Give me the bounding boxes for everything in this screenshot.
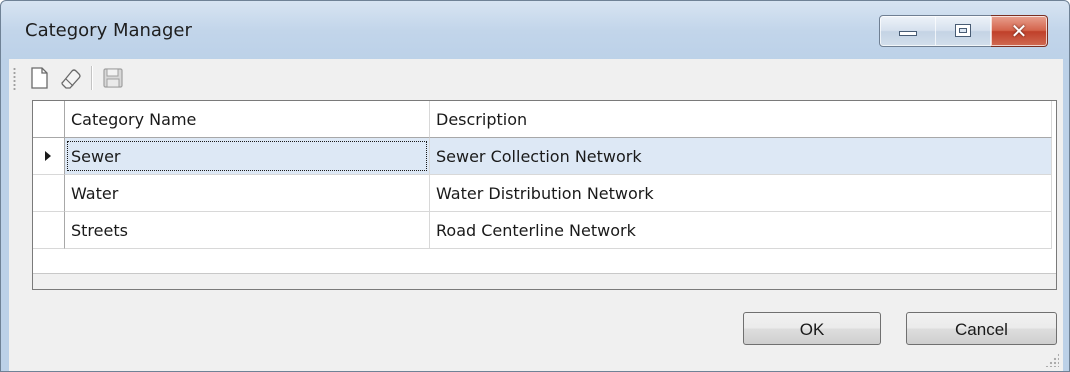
toolbar [9, 59, 1063, 97]
current-row-arrow-icon [45, 151, 51, 161]
maximize-button[interactable] [935, 15, 992, 47]
toolbar-separator [91, 66, 93, 90]
title-bar[interactable]: Category Manager ✕ [1, 1, 1069, 59]
category-name-cell[interactable]: Sewer [65, 138, 430, 175]
category-name-cell[interactable]: Streets [65, 212, 430, 249]
save-button[interactable] [99, 64, 127, 92]
maximize-icon [955, 24, 971, 37]
description-cell[interactable]: Water Distribution Network [430, 175, 1052, 212]
minimize-button[interactable] [879, 15, 937, 47]
window-title: Category Manager [25, 20, 192, 41]
close-button[interactable]: ✕ [991, 15, 1048, 47]
table-row[interactable]: Streets Road Centerline Network [33, 212, 1056, 249]
toolbar-grip[interactable] [13, 67, 16, 91]
ok-button[interactable]: OK [743, 312, 881, 345]
horizontal-scrollbar-area[interactable] [33, 273, 1056, 289]
description-cell[interactable]: Sewer Collection Network [430, 138, 1052, 175]
close-icon: ✕ [1010, 19, 1028, 43]
cell-focus-rect [67, 141, 427, 171]
table-row[interactable]: Sewer Sewer Collection Network [33, 138, 1056, 175]
category-manager-window: Category Manager ✕ Category Name Descrip… [0, 0, 1070, 372]
eraser-icon [61, 69, 81, 89]
grid-header-row: Category Name Description [33, 101, 1056, 138]
column-header-description[interactable]: Description [430, 101, 1052, 138]
grid-rows: Category Name Description Sewer Sewer Co… [33, 101, 1056, 273]
row-selector[interactable] [33, 175, 65, 212]
row-selector[interactable] [33, 212, 65, 249]
new-document-icon [31, 67, 48, 89]
category-name-cell[interactable]: Water [65, 175, 430, 212]
minimize-icon [899, 31, 917, 36]
description-cell[interactable]: Road Centerline Network [430, 212, 1052, 249]
category-grid[interactable]: Category Name Description Sewer Sewer Co… [32, 100, 1057, 290]
resize-grip[interactable] [1045, 353, 1059, 367]
erase-button[interactable] [57, 64, 85, 92]
header-row-selector[interactable] [33, 101, 65, 138]
column-header-category-name[interactable]: Category Name [65, 101, 430, 138]
save-icon [103, 68, 123, 88]
cancel-button[interactable]: Cancel [906, 312, 1057, 345]
dialog-body: Category Name Description Sewer Sewer Co… [9, 59, 1063, 371]
table-row[interactable]: Water Water Distribution Network [33, 175, 1056, 212]
new-category-button[interactable] [25, 64, 53, 92]
row-selector[interactable] [33, 138, 65, 175]
